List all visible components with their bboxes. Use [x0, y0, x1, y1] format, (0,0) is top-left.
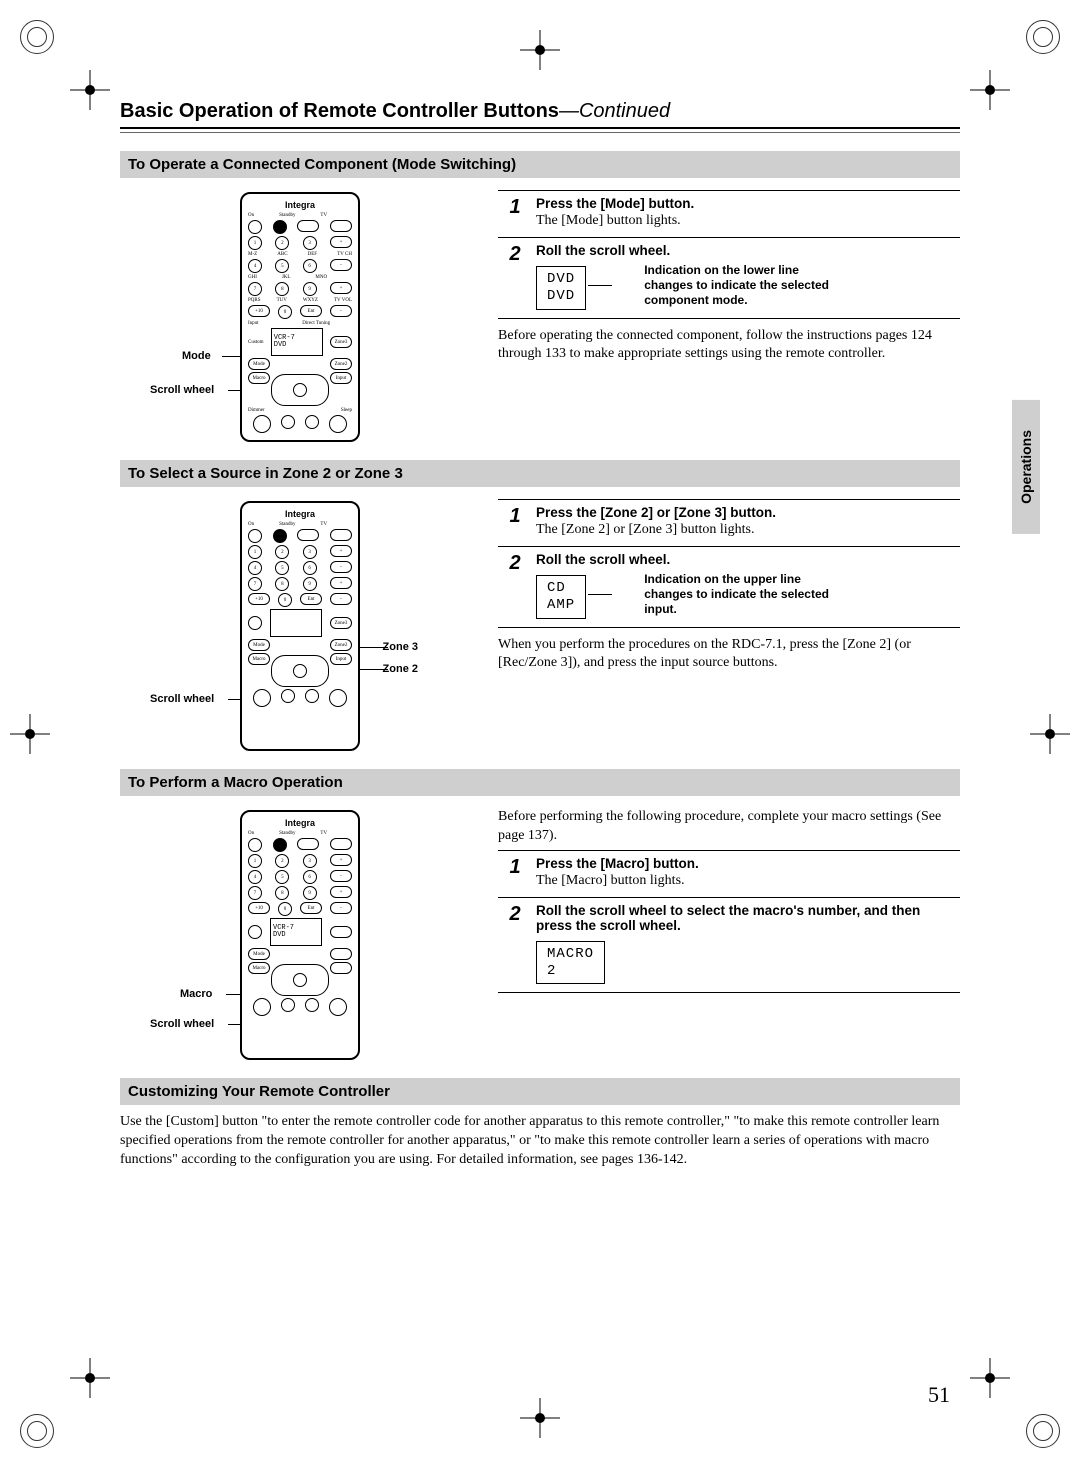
section-paragraph: Use the [Custom] button "to enter the re… [120, 1113, 960, 1170]
section-paragraph: When you perform the procedures on the R… [498, 636, 960, 674]
remote-brand: Integra [248, 818, 352, 828]
registration-mark-icon [1026, 1414, 1060, 1448]
section-bar-mode-switching: To Operate a Connected Component (Mode S… [120, 151, 960, 178]
lcd-line2: DVD [547, 288, 575, 305]
callout-scroll-wheel: Scroll wheel [150, 384, 214, 396]
title-rule [120, 127, 960, 133]
section-intro: Before performing the following procedur… [498, 808, 960, 846]
page-number: 51 [928, 1382, 950, 1408]
remote-brand: Integra [248, 200, 352, 210]
lcd-display: DVD DVD [536, 266, 586, 310]
registration-mark-icon [20, 1414, 54, 1448]
lcd-line1: CD [547, 580, 575, 597]
registration-mark-icon [1026, 20, 1060, 54]
scroll-wheel-icon [271, 374, 329, 406]
crop-mark-icon [520, 30, 560, 70]
crop-mark-icon [970, 1358, 1010, 1398]
crop-mark-icon [10, 714, 50, 754]
crop-mark-icon [1030, 714, 1070, 754]
step-number: 2 [498, 238, 532, 319]
section-bar-macro: To Perform a Macro Operation [120, 769, 960, 796]
step-description: The [Macro] button lights. [536, 873, 956, 889]
remote-display: VCR-7 DVD [271, 328, 323, 356]
lcd-line1: DVD [547, 271, 575, 288]
remote-display [270, 609, 322, 637]
callout-mode: Mode [182, 350, 211, 362]
remote-brand: Integra [248, 509, 352, 519]
step-heading: Press the [Macro] button. [536, 856, 956, 871]
callout-line [588, 285, 612, 287]
callout-macro: Macro [180, 988, 212, 1000]
lcd-note: Indication on the upper line changes to … [644, 572, 834, 617]
page-title: Basic Operation of Remote Controller But… [120, 100, 960, 123]
remote-illustration: Integra OnStandbyTV 123+ 456- 789+ +100E… [240, 501, 360, 751]
step-number: 2 [498, 897, 532, 993]
step-heading: Roll the scroll wheel to select the macr… [536, 903, 956, 933]
section-bar-zone-select: To Select a Source in Zone 2 or Zone 3 [120, 460, 960, 487]
remote-illustration: Integra OnStandbyTV 123+ 456- 789+ +100E… [240, 810, 360, 1060]
remote-display: VCR-7 DVD [270, 918, 322, 946]
crop-mark-icon [70, 70, 110, 110]
lcd-note: Indication on the lower line changes to … [644, 263, 834, 308]
crop-mark-icon [970, 70, 1010, 110]
step-heading: Roll the scroll wheel. [536, 243, 956, 258]
section-paragraph: Before operating the connected component… [498, 327, 960, 365]
step-number: 1 [498, 500, 532, 547]
remote-display-line2: DVD [274, 342, 320, 349]
crop-mark-icon [520, 1398, 560, 1438]
lcd-display: CD AMP [536, 575, 586, 619]
callout-line [588, 594, 612, 596]
lcd-line1: MACRO [547, 946, 594, 963]
callout-scroll-wheel: Scroll wheel [150, 693, 214, 705]
crop-mark-icon [70, 1358, 110, 1398]
step-heading: Press the [Zone 2] or [Zone 3] button. [536, 505, 956, 520]
step-heading: Press the [Mode] button. [536, 196, 956, 211]
step-description: The [Mode] button lights. [536, 213, 956, 229]
registration-mark-icon [20, 20, 54, 54]
steps-table: 1 Press the [Mode] button. The [Mode] bu… [498, 190, 960, 319]
step-description: The [Zone 2] or [Zone 3] button lights. [536, 522, 956, 538]
step-heading: Roll the scroll wheel. [536, 552, 956, 567]
step-number: 1 [498, 191, 532, 238]
callout-scroll-wheel: Scroll wheel [150, 1018, 214, 1030]
step-number: 1 [498, 850, 532, 897]
page-title-main: Basic Operation of Remote Controller But… [120, 100, 559, 122]
lcd-display: MACRO 2 [536, 941, 605, 985]
page-title-continued: —Continued [559, 100, 670, 122]
remote-display-line2: DVD [273, 932, 319, 939]
scroll-wheel-icon [271, 964, 329, 996]
manual-page: Operations Basic Operation of Remote Con… [0, 0, 1080, 1468]
side-tab-operations: Operations [1012, 400, 1040, 534]
scroll-wheel-icon [271, 655, 329, 687]
steps-table: 1 Press the [Zone 2] or [Zone 3] button.… [498, 499, 960, 628]
step-number: 2 [498, 547, 532, 628]
lcd-line2: AMP [547, 597, 575, 614]
section-bar-customizing: Customizing Your Remote Controller [120, 1078, 960, 1105]
lcd-line2: 2 [547, 963, 594, 980]
remote-illustration: Integra OnStandbyTV 123+ M-ZABCDEFTV CH … [240, 192, 360, 442]
steps-table: 1 Press the [Macro] button. The [Macro] … [498, 850, 960, 994]
